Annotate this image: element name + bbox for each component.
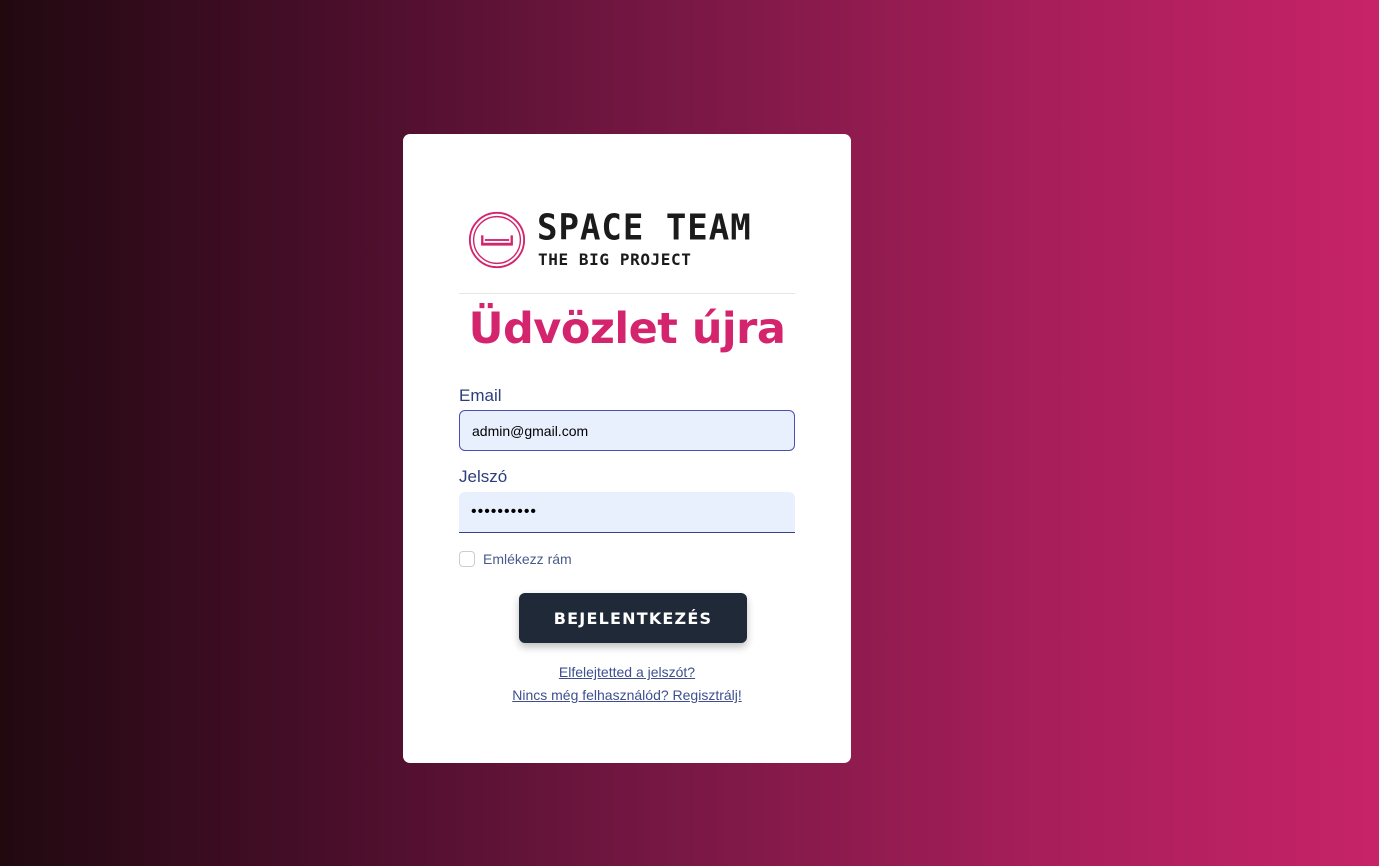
brand-title: SPACE TEAM xyxy=(537,207,752,249)
password-label: Jelszó xyxy=(459,467,508,486)
email-field[interactable] xyxy=(459,410,795,451)
login-button[interactable]: BEJELENTKEZÉS xyxy=(519,593,747,643)
forgot-password-link[interactable]: Elfelejtetted a jelszót? xyxy=(403,664,851,680)
remember-checkbox[interactable] xyxy=(459,551,475,567)
password-field[interactable] xyxy=(459,492,795,533)
email-label: Email xyxy=(459,386,502,405)
remember-me[interactable]: Emlékezz rám xyxy=(459,551,572,567)
login-card: SPACE TEAM THE BIG PROJECT Üdvözlet újra… xyxy=(403,134,851,763)
register-link[interactable]: Nincs még felhasználód? Regisztrálj! xyxy=(403,687,851,703)
brand-subtitle: THE BIG PROJECT xyxy=(538,250,692,269)
remember-label: Emlékezz rám xyxy=(483,551,572,567)
divider xyxy=(459,293,795,294)
logo-ring-icon xyxy=(468,211,526,269)
page-title: Üdvözlet újra xyxy=(468,304,786,354)
